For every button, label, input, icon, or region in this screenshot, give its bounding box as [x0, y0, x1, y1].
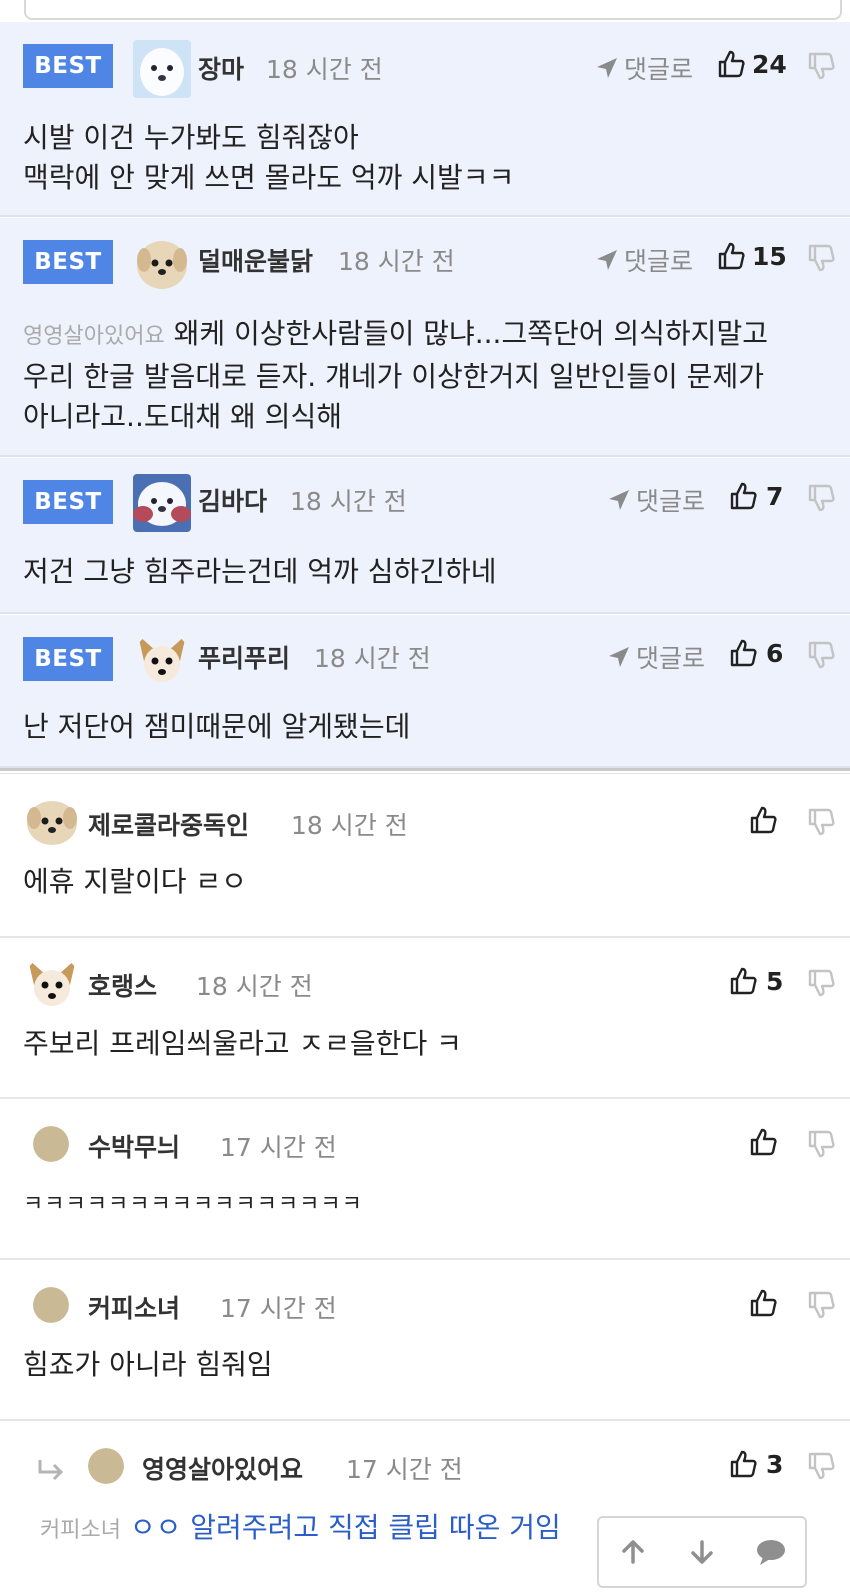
best-section-divider: [0, 768, 850, 774]
best-comment: BEST 덜매운불닭 18 시간 전 댓글로 15 영영살아있어요 왜케 이상한…: [0, 218, 850, 457]
comment-time: 18 시간 전: [291, 811, 408, 840]
comment-body: ㅋㅋㅋㅋㅋㅋㅋㅋㅋㅋㅋㅋㅋㅋㅋㅋ: [23, 1192, 363, 1217]
reply-label: 댓글로: [624, 55, 694, 84]
arrow-down-icon: [691, 1540, 713, 1564]
author-nickname[interactable]: 푸리푸리: [198, 639, 290, 675]
paper-plane-icon: [609, 647, 629, 667]
chihuahua-avatar[interactable]: [24, 955, 80, 1011]
like-count: 3: [766, 1450, 784, 1479]
thumbs-up-icon[interactable]: [748, 1127, 778, 1157]
thumbs-up-icon[interactable]: [728, 481, 758, 511]
comment-body: 힘죠가 아니라 힘줘임: [23, 1348, 273, 1381]
paper-plane-icon: [597, 58, 617, 78]
comment-time: 18 시간 전: [196, 972, 313, 1001]
speech-bubble-icon: [756, 1540, 785, 1565]
comment-time: 17 시간 전: [346, 1455, 463, 1484]
thumbs-down-icon[interactable]: [806, 807, 836, 837]
comment-time: 18 시간 전: [266, 55, 383, 84]
thumbs-up-icon[interactable]: [716, 241, 746, 271]
thumbs-down-icon[interactable]: [806, 1129, 836, 1159]
chihuahua-avatar[interactable]: [134, 631, 190, 687]
paper-plane-icon: [597, 250, 617, 270]
thumbs-down-icon[interactable]: [806, 1451, 836, 1481]
comment-time: 17 시간 전: [220, 1133, 337, 1162]
comment-body: 주보리 프레임씌울라고 ㅈㄹ을한다 ㅋ: [23, 1027, 462, 1060]
best-badge: BEST: [23, 240, 113, 284]
comment-body: 시발 이건 누가봐도 힘줘잖아 맥락에 안 맞게 쓰면 몰라도 억까 시발ㅋㅋ: [23, 121, 515, 194]
puppy-face-avatar[interactable]: [136, 238, 188, 290]
thumbs-up-icon[interactable]: [716, 49, 746, 79]
like-count: 15: [752, 242, 787, 271]
thumbs-down-icon[interactable]: [806, 968, 836, 998]
thumbs-down-icon[interactable]: [806, 1290, 836, 1320]
comment-time: 18 시간 전: [290, 487, 407, 516]
author-nickname[interactable]: 장마: [198, 50, 244, 86]
best-comment: BEST 푸리푸리 18 시간 전 댓글로 6 난 저단어 잼미때문에 알게됐는…: [0, 615, 850, 768]
thumbs-down-icon[interactable]: [806, 243, 836, 273]
thumbs-down-icon[interactable]: [806, 51, 836, 81]
comment-time: 17 시간 전: [220, 1294, 337, 1323]
author-nickname[interactable]: 영영살아있어요: [142, 1450, 303, 1486]
paper-plane-icon: [609, 490, 629, 510]
comment-time: 18 시간 전: [314, 644, 431, 673]
best-badge: BEST: [23, 637, 113, 681]
best-badge: BEST: [23, 480, 113, 524]
thumbs-up-icon[interactable]: [748, 1288, 778, 1318]
comment: 커피소녀 17 시간 전 힘죠가 아니라 힘줘임: [0, 1261, 850, 1421]
comments-button[interactable]: [751, 1532, 791, 1572]
mention-nickname[interactable]: 영영살아있어요: [23, 324, 165, 349]
author-nickname[interactable]: 제로콜라중독인: [88, 806, 249, 842]
scroll-down-button[interactable]: [682, 1532, 722, 1572]
comment-body: 에휴 지랄이다 ㄹㅇ: [23, 865, 247, 898]
thumbs-up-icon[interactable]: [728, 1449, 758, 1479]
best-comment: BEST 김바다 18 시간 전 댓글로 7 저건 그냥 힘주라는건데 억까 심…: [0, 458, 850, 614]
comment: 호랭스 18 시간 전 5 주보리 프레임씌울라고 ㅈㄹ을한다 ㅋ: [0, 939, 850, 1099]
thumbs-up-icon[interactable]: [728, 638, 758, 668]
reply-label: 댓글로: [636, 644, 706, 673]
comment-time: 18 시간 전: [338, 247, 455, 276]
author-nickname[interactable]: 커피소녀: [88, 1289, 180, 1325]
like-count: 6: [766, 639, 784, 668]
reply-label: 댓글로: [624, 247, 694, 276]
best-badge: BEST: [23, 44, 113, 88]
reply-label: 댓글로: [636, 487, 706, 516]
thumbs-up-icon[interactable]: [748, 805, 778, 835]
puppy-face-avatar[interactable]: [26, 798, 78, 846]
reply-button[interactable]: 댓글로: [608, 482, 705, 518]
default-avatar[interactable]: [33, 1287, 69, 1323]
like-count: 7: [766, 482, 784, 511]
thumbs-up-icon[interactable]: [728, 966, 758, 996]
reply-button[interactable]: 댓글로: [608, 639, 705, 675]
reply-arrow-icon: [38, 1460, 64, 1481]
thumbs-down-icon[interactable]: [806, 483, 836, 513]
white-dog-avatar[interactable]: [133, 40, 191, 98]
author-nickname[interactable]: 김바다: [198, 482, 267, 518]
author-nickname[interactable]: 호랭스: [88, 967, 157, 1003]
comment-input-box[interactable]: [24, 0, 842, 20]
default-avatar[interactable]: [88, 1448, 124, 1484]
comment: 제로콜라중독인 18 시간 전 에휴 지랄이다 ㄹㅇ: [0, 776, 850, 938]
reply-button[interactable]: 댓글로: [596, 50, 693, 86]
floating-nav: [597, 1516, 807, 1588]
mention-nickname[interactable]: 커피소녀: [40, 1518, 121, 1543]
scroll-up-button[interactable]: [613, 1532, 653, 1572]
like-count: 5: [766, 967, 784, 996]
comment-body: 저건 그냥 힘주라는건데 억까 심하긴하네: [23, 555, 497, 588]
default-avatar[interactable]: [33, 1126, 69, 1162]
comment-body: 커피소녀 ㅇㅇ 알려주려고 직접 클립 따온 거임: [40, 1511, 561, 1544]
comment: 수박무늬 17 시간 전 ㅋㅋㅋㅋㅋㅋㅋㅋㅋㅋㅋㅋㅋㅋㅋㅋ: [0, 1100, 850, 1260]
thumbs-down-icon[interactable]: [806, 640, 836, 670]
comment-body: 난 저단어 잼미때문에 알게됐는데: [23, 710, 411, 743]
author-nickname[interactable]: 덜매운불닭: [198, 242, 313, 278]
comment-body: 영영살아있어요 왜케 이상한사람들이 많냐...그쪽단어 의식하지말고 우리 한…: [23, 317, 768, 433]
reply-button[interactable]: 댓글로: [596, 242, 693, 278]
arrow-up-icon: [622, 1540, 645, 1564]
best-comment: BEST 장마 18 시간 전 댓글로 24 시발 이건 누가봐도 힘줘잖아 맥…: [0, 22, 850, 217]
author-nickname[interactable]: 수박무늬: [88, 1128, 180, 1164]
like-count: 24: [752, 50, 787, 79]
white-dog-blue-avatar[interactable]: [133, 474, 191, 532]
